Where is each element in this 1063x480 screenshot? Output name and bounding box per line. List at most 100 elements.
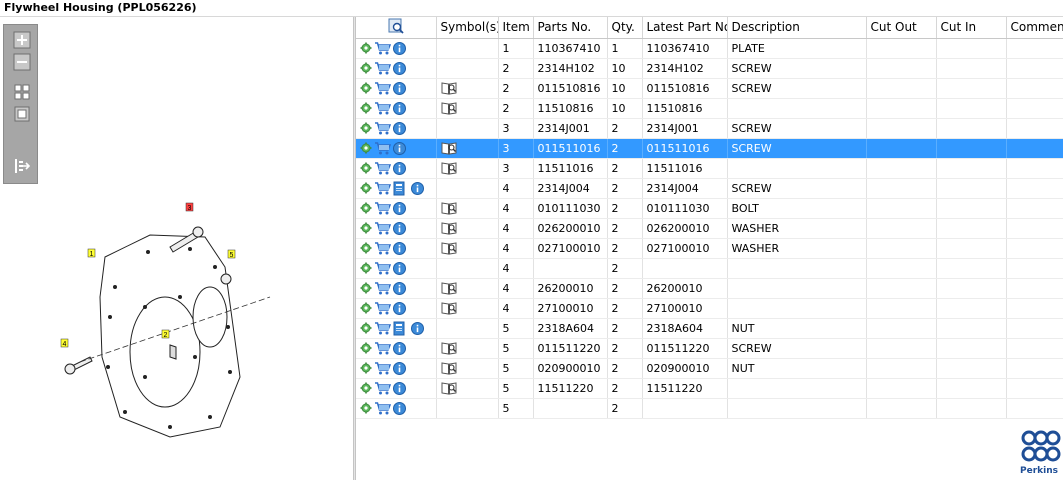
info-icon[interactable] <box>393 121 406 135</box>
configure-gear-icon[interactable] <box>360 162 372 174</box>
configure-gear-icon[interactable] <box>360 262 372 274</box>
info-icon[interactable] <box>393 381 406 395</box>
configure-gear-icon[interactable] <box>360 82 372 94</box>
add-to-cart-icon[interactable] <box>374 262 391 275</box>
table-row[interactable]: 4 26200010 2 26200010 <box>356 278 1063 299</box>
configure-gear-icon[interactable] <box>360 322 372 334</box>
configure-gear-icon[interactable] <box>360 62 372 74</box>
callout-4[interactable]: 4 <box>63 341 67 348</box>
add-to-cart-icon[interactable] <box>374 302 391 315</box>
info-icon[interactable] <box>393 161 406 175</box>
table-row[interactable]: 5 11511220 2 11511220 <box>356 378 1063 399</box>
add-to-cart-icon[interactable] <box>374 122 391 135</box>
info-icon[interactable] <box>393 81 406 95</box>
header-latest-part-no[interactable]: Latest Part No. <box>642 17 728 39</box>
add-to-cart-icon[interactable] <box>374 42 391 55</box>
add-to-cart-icon[interactable] <box>374 142 391 155</box>
add-to-cart-icon[interactable] <box>374 202 391 215</box>
table-row[interactable]: 4 026200010 2 026200010 WASHER <box>356 218 1063 239</box>
table-row[interactable]: 3 2314J001 2 2314J001 SCREW <box>356 118 1063 139</box>
info-icon[interactable] <box>393 401 406 415</box>
header-actions[interactable] <box>356 17 437 39</box>
add-to-cart-icon[interactable] <box>374 282 391 295</box>
info-icon[interactable] <box>393 201 406 215</box>
manual-icon[interactable] <box>393 321 405 336</box>
info-icon[interactable] <box>393 141 406 155</box>
reference-book-icon[interactable] <box>441 101 457 115</box>
table-row[interactable]: 42 <box>356 258 1063 279</box>
add-to-cart-icon[interactable] <box>374 402 391 415</box>
header-cut-in[interactable]: Cut In <box>936 17 1007 39</box>
reference-book-icon[interactable] <box>441 161 457 175</box>
add-to-cart-icon[interactable] <box>374 242 391 255</box>
header-comment[interactable]: Comment <box>1006 17 1063 39</box>
add-to-cart-icon[interactable] <box>374 321 391 335</box>
reference-book-icon[interactable] <box>441 301 457 315</box>
table-row[interactable]: 3 11511016 2 11511016 <box>356 158 1063 179</box>
configure-gear-icon[interactable] <box>360 402 372 414</box>
table-row[interactable]: 4 027100010 2 027100010 WASHER <box>356 238 1063 259</box>
add-to-cart-icon[interactable] <box>374 222 391 235</box>
add-to-cart-icon[interactable] <box>374 181 391 195</box>
configure-gear-icon[interactable] <box>360 202 372 214</box>
configure-gear-icon[interactable] <box>360 342 372 354</box>
add-to-cart-icon[interactable] <box>374 102 391 115</box>
zoom-in-button[interactable] <box>13 31 31 49</box>
add-to-cart-icon[interactable] <box>374 342 391 355</box>
reference-book-icon[interactable] <box>441 81 457 95</box>
callout-3[interactable]: 3 <box>188 205 192 212</box>
reference-book-icon[interactable] <box>441 241 457 255</box>
table-row[interactable]: 5 2318A604 2 2318A604 NUT <box>356 318 1063 339</box>
info-icon[interactable] <box>393 261 406 275</box>
configure-gear-icon[interactable] <box>360 302 372 314</box>
header-description[interactable]: Description <box>727 17 867 39</box>
info-icon[interactable] <box>393 361 406 375</box>
add-to-cart-icon[interactable] <box>374 382 391 395</box>
callout-1[interactable]: 1 <box>90 251 94 258</box>
add-to-cart-icon[interactable] <box>374 162 391 175</box>
header-cut-out[interactable]: Cut Out <box>866 17 937 39</box>
callout-2[interactable]: 2 <box>164 332 168 339</box>
reference-book-icon[interactable] <box>441 341 457 355</box>
reference-book-icon[interactable] <box>441 221 457 235</box>
configure-gear-icon[interactable] <box>360 242 372 254</box>
configure-gear-icon[interactable] <box>360 42 372 54</box>
configure-gear-icon[interactable] <box>360 362 372 374</box>
zoom-out-button[interactable] <box>13 53 31 71</box>
configure-gear-icon[interactable] <box>360 102 372 114</box>
info-icon[interactable] <box>393 281 406 295</box>
info-icon[interactable] <box>393 101 406 115</box>
configure-gear-icon[interactable] <box>360 142 372 154</box>
manual-icon[interactable] <box>393 181 405 196</box>
table-row[interactable]: 5 011511220 2 011511220 SCREW <box>356 338 1063 359</box>
table-row[interactable]: 3 011511016 2 011511016 SCREW <box>356 138 1063 159</box>
reference-book-icon[interactable] <box>441 201 457 215</box>
configure-gear-icon[interactable] <box>360 222 372 234</box>
info-icon[interactable] <box>411 321 424 335</box>
reference-book-icon[interactable] <box>441 381 457 395</box>
actual-size-button[interactable] <box>13 105 31 123</box>
configure-gear-icon[interactable] <box>360 182 372 194</box>
table-row[interactable]: 52 <box>356 398 1063 419</box>
add-to-cart-icon[interactable] <box>374 82 391 95</box>
table-row[interactable]: 5 020900010 2 020900010 NUT <box>356 358 1063 379</box>
callout-5[interactable]: 5 <box>230 252 234 259</box>
export-button[interactable] <box>13 157 31 175</box>
info-icon[interactable] <box>393 241 406 255</box>
header-symbols[interactable]: Symbol(s) <box>436 17 499 39</box>
table-row[interactable]: 2 011510816 10 011510816 SCREW <box>356 78 1063 99</box>
reference-book-icon[interactable] <box>441 141 457 155</box>
configure-gear-icon[interactable] <box>360 122 372 134</box>
info-icon[interactable] <box>393 61 406 75</box>
header-item[interactable]: Item <box>498 17 534 39</box>
exploded-parts-drawing[interactable]: 1 2 3 4 5 <box>50 177 310 447</box>
add-to-cart-icon[interactable] <box>374 362 391 375</box>
table-row[interactable]: 2 11510816 10 11510816 <box>356 98 1063 119</box>
table-row[interactable]: 4 27100010 2 27100010 <box>356 298 1063 319</box>
info-icon[interactable] <box>393 341 406 355</box>
table-row[interactable]: 4 2314J004 2 2314J004 SCREW <box>356 178 1063 199</box>
header-qty[interactable]: Qty. <box>607 17 643 39</box>
header-parts-no[interactable]: Parts No. <box>533 17 608 39</box>
configure-gear-icon[interactable] <box>360 282 372 294</box>
fit-view-button[interactable] <box>13 83 31 101</box>
